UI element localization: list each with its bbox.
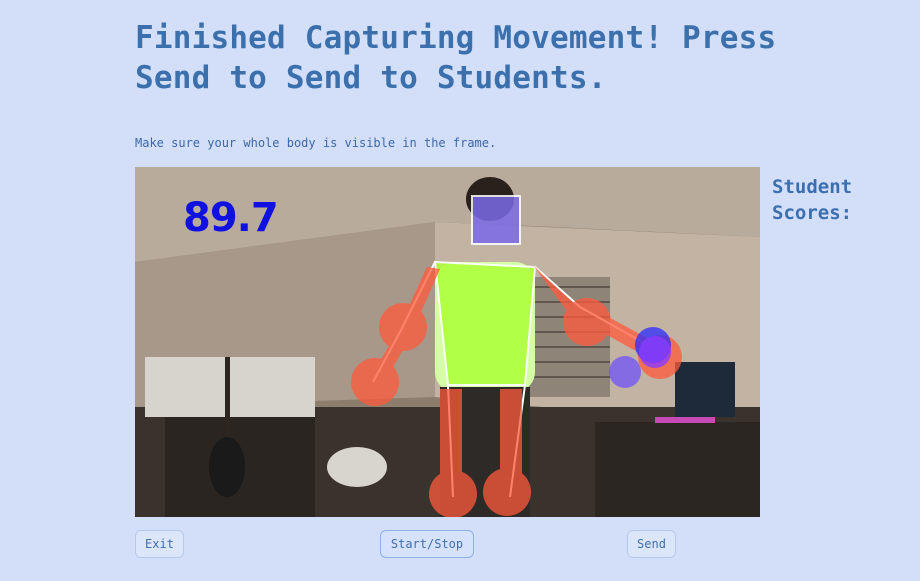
monitor [675, 362, 735, 417]
camera-feed: 89.7 [135, 167, 760, 517]
student-scores-heading: Student Scores: [772, 176, 853, 224]
send-button[interactable]: Send [627, 530, 676, 558]
left-elbow-keypoint [379, 303, 427, 351]
page-title: Finished Capturing Movement! Press Send … [135, 20, 777, 96]
keyboard-light [655, 417, 715, 423]
start-stop-button[interactable]: Start/Stop [380, 530, 474, 558]
left-wrist-keypoint [351, 358, 399, 406]
pose-score: 89.7 [183, 195, 279, 241]
exit-button[interactable]: Exit [135, 530, 184, 558]
desk-right [595, 422, 760, 517]
instruction-text: Make sure your whole body is visible in … [135, 136, 497, 150]
light-glare [327, 447, 387, 487]
face-keypoint [471, 195, 521, 245]
right-elbow-keypoint [563, 298, 611, 346]
left-ankle-keypoint [429, 470, 477, 517]
right-ankle-keypoint [483, 468, 531, 516]
torso-segment [433, 260, 537, 386]
